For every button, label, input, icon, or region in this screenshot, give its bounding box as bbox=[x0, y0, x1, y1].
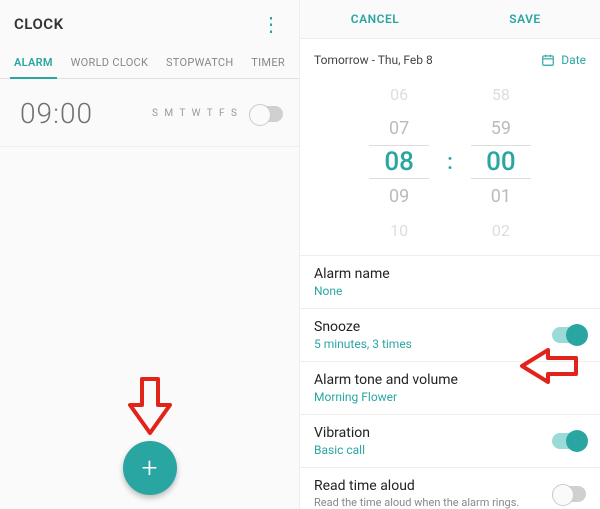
calendar-icon bbox=[541, 53, 555, 67]
more-icon[interactable]: ⋮ bbox=[257, 10, 285, 38]
vibration-toggle[interactable] bbox=[552, 433, 586, 449]
date-button[interactable]: Date bbox=[541, 53, 586, 67]
vibration-title: Vibration bbox=[314, 425, 370, 441]
snooze-value: 5 minutes, 3 times bbox=[314, 337, 412, 351]
setting-snooze[interactable]: Snooze 5 minutes, 3 times bbox=[300, 308, 600, 361]
read-aloud-title: Read time aloud bbox=[314, 478, 519, 494]
setting-tone[interactable]: Alarm tone and volume Morning Flower bbox=[300, 361, 600, 414]
date-button-label: Date bbox=[561, 53, 586, 67]
selected-hour: 08 bbox=[369, 145, 429, 179]
save-button[interactable]: SAVE bbox=[450, 0, 600, 38]
setting-read-aloud[interactable]: Read time aloud Read the time aloud when… bbox=[300, 467, 600, 509]
date-text: Tomorrow - Thu, Feb 8 bbox=[314, 53, 433, 67]
snooze-title: Snooze bbox=[314, 319, 412, 335]
add-alarm-fab[interactable]: + bbox=[123, 441, 177, 495]
setting-vibration[interactable]: Vibration Basic call bbox=[300, 414, 600, 467]
clock-app-panel: CLOCK ⋮ ALARM WORLD CLOCK STOPWATCH TIME… bbox=[0, 0, 300, 509]
setting-alarm-name[interactable]: Alarm name None bbox=[300, 255, 600, 308]
time-colon: : bbox=[447, 150, 453, 175]
tab-stopwatch[interactable]: STOPWATCH bbox=[162, 48, 238, 78]
alarm-days: S M T W T F S bbox=[152, 108, 239, 119]
alarm-name-title: Alarm name bbox=[314, 266, 390, 282]
read-aloud-toggle[interactable] bbox=[552, 486, 586, 502]
plus-icon: + bbox=[142, 454, 158, 482]
app-title: CLOCK bbox=[14, 15, 64, 33]
tab-alarm[interactable]: ALARM bbox=[10, 48, 57, 79]
alarm-toggle[interactable] bbox=[249, 106, 283, 122]
alarm-time: 09:00 bbox=[20, 97, 93, 130]
tab-world-clock[interactable]: WORLD CLOCK bbox=[67, 48, 153, 78]
snooze-toggle[interactable] bbox=[552, 327, 586, 343]
alarm-row[interactable]: 09:00 S M T W T F S bbox=[0, 79, 299, 147]
tone-title: Alarm tone and volume bbox=[314, 372, 458, 388]
alarm-name-value: None bbox=[314, 284, 390, 298]
minute-column[interactable]: 58 59 00 01 02 bbox=[471, 77, 531, 247]
cancel-button[interactable]: CANCEL bbox=[300, 0, 450, 38]
tabs: ALARM WORLD CLOCK STOPWATCH TIMER bbox=[0, 42, 299, 79]
tone-value: Morning Flower bbox=[314, 390, 458, 404]
vibration-value: Basic call bbox=[314, 443, 370, 457]
tab-timer[interactable]: TIMER bbox=[247, 48, 289, 78]
read-aloud-desc: Read the time aloud when the alarm rings… bbox=[314, 496, 519, 509]
hour-column[interactable]: 06 07 08 09 10 bbox=[369, 77, 429, 247]
alarm-edit-panel: CANCEL SAVE Tomorrow - Thu, Feb 8 Date 0… bbox=[300, 0, 600, 509]
selected-minute: 00 bbox=[471, 145, 531, 179]
annotation-arrow-down bbox=[128, 377, 172, 437]
time-picker[interactable]: 06 07 08 09 10 : 58 59 00 01 02 bbox=[300, 77, 600, 255]
